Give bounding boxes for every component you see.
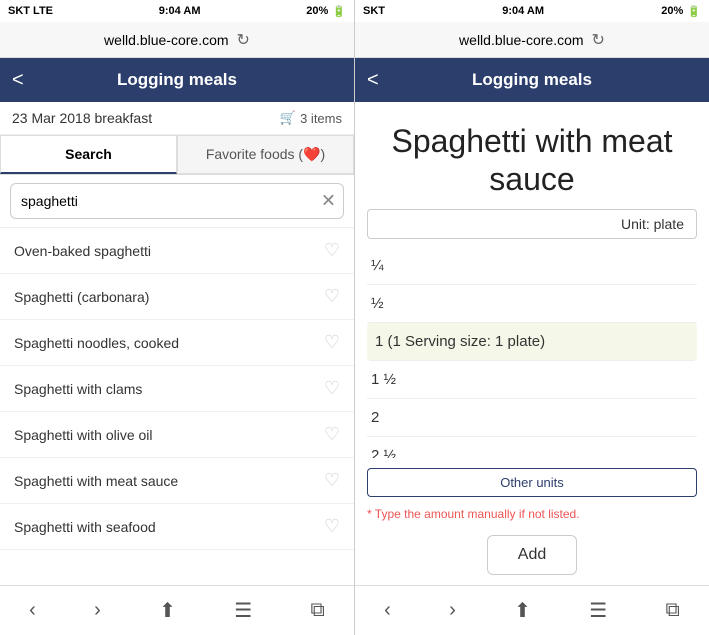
serving-item[interactable]: ½ <box>367 285 697 323</box>
favorite-icon[interactable]: ♡ <box>324 332 340 353</box>
type-note: * Type the amount manually if not listed… <box>355 503 709 525</box>
left-carrier: SKT LTE <box>8 5 53 17</box>
food-item-name: Spaghetti with olive oil <box>14 427 153 443</box>
serving-label: 2 <box>371 409 379 426</box>
food-item-name: Oven-baked spaghetti <box>14 243 151 259</box>
left-back-button[interactable]: < <box>12 69 24 92</box>
favorite-icon[interactable]: ♡ <box>324 286 340 307</box>
right-back-button[interactable]: < <box>367 69 379 92</box>
right-nav-title: Logging meals <box>472 70 592 90</box>
serving-item[interactable]: 2 <box>367 399 697 437</box>
left-reload-icon[interactable]: ↻ <box>237 30 250 50</box>
meal-date: 23 Mar 2018 breakfast <box>12 110 152 126</box>
right-bookmarks-button[interactable]: ☰ <box>589 598 607 623</box>
tab-favorite-foods[interactable]: Favorite foods (❤️) <box>177 135 354 174</box>
right-url-text: welld.blue-core.com <box>459 32 584 48</box>
list-item[interactable]: Spaghetti with olive oil ♡ <box>0 412 354 458</box>
right-reload-icon[interactable]: ↻ <box>592 30 605 50</box>
right-bottom-nav: ‹ › ⬆ ☰ ⧉ <box>355 585 709 635</box>
list-item[interactable]: Spaghetti with meat sauce ♡ <box>0 458 354 504</box>
food-item-name: Spaghetti with seafood <box>14 519 156 535</box>
search-container: ✕ <box>0 175 354 228</box>
favorite-icon[interactable]: ♡ <box>324 470 340 491</box>
back-nav-button[interactable]: ‹ <box>29 599 36 622</box>
cart-icon: 🛒 <box>280 110 296 126</box>
right-battery: 20% <box>661 5 683 17</box>
bookmarks-button[interactable]: ☰ <box>234 598 252 623</box>
right-back-nav-button[interactable]: ‹ <box>384 599 391 622</box>
left-bottom-nav: ‹ › ⬆ ☰ ⧉ <box>0 585 354 635</box>
right-battery-icon: 🔋 <box>687 5 701 18</box>
list-item[interactable]: Oven-baked spaghetti ♡ <box>0 228 354 274</box>
right-status-bar: SKT 9:04 AM 20% 🔋 <box>355 0 709 22</box>
food-item-name: Spaghetti with meat sauce <box>14 473 178 489</box>
food-list: Oven-baked spaghetti ♡ Spaghetti (carbon… <box>0 228 354 585</box>
food-item-name: Spaghetti with clams <box>14 381 142 397</box>
right-panel: SKT 9:04 AM 20% 🔋 welld.blue-core.com ↻ … <box>355 0 709 635</box>
tabs-container: Search Favorite foods (❤️) <box>0 135 354 175</box>
serving-list: ¼ ½ 1 (1 Serving size: 1 plate) 1 ½ 2 2 … <box>355 247 709 458</box>
forward-nav-button[interactable]: › <box>94 599 101 622</box>
favorite-icon[interactable]: ♡ <box>324 424 340 445</box>
list-item[interactable]: Spaghetti (carbonara) ♡ <box>0 274 354 320</box>
favorite-icon[interactable]: ♡ <box>324 516 340 537</box>
list-item[interactable]: Spaghetti noodles, cooked ♡ <box>0 320 354 366</box>
right-carrier: SKT <box>363 5 385 17</box>
serving-label: ¼ <box>371 257 384 274</box>
other-units-button[interactable]: Other units <box>367 468 697 497</box>
share-button[interactable]: ⬆ <box>159 598 176 623</box>
left-nav-bar: < Logging meals <box>0 58 354 102</box>
serving-item[interactable]: ¼ <box>367 247 697 285</box>
serving-item[interactable]: 2 ½ <box>367 437 697 458</box>
meal-items: 🛒 3 items <box>280 110 342 126</box>
serving-label: ½ <box>371 295 384 312</box>
favorite-icon[interactable]: ♡ <box>324 240 340 261</box>
serving-item[interactable]: 1 ½ <box>367 361 697 399</box>
add-button[interactable]: Add <box>487 535 577 575</box>
clear-search-button[interactable]: ✕ <box>321 191 336 212</box>
tab-search[interactable]: Search <box>0 135 177 174</box>
left-battery-area: 20% 🔋 <box>306 5 346 18</box>
serving-label: 1 (1 Serving size: 1 plate) <box>375 333 545 350</box>
left-panel: SKT LTE 9:04 AM 20% 🔋 welld.blue-core.co… <box>0 0 355 635</box>
left-battery: 20% <box>306 5 328 17</box>
meal-header: 23 Mar 2018 breakfast 🛒 3 items <box>0 102 354 135</box>
tabs-button[interactable]: ⧉ <box>311 599 325 622</box>
meal-items-count: 3 items <box>300 111 342 126</box>
right-tabs-button[interactable]: ⧉ <box>666 599 680 622</box>
right-time: 9:04 AM <box>502 5 544 17</box>
left-status-bar: SKT LTE 9:04 AM 20% 🔋 <box>0 0 354 22</box>
battery-icon: 🔋 <box>332 5 346 18</box>
right-share-button[interactable]: ⬆ <box>514 598 531 623</box>
serving-label: 2 ½ <box>371 447 396 458</box>
food-item-name: Spaghetti (carbonara) <box>14 289 149 305</box>
right-url-bar: welld.blue-core.com ↻ <box>355 22 709 58</box>
serving-item-selected[interactable]: 1 (1 Serving size: 1 plate) <box>367 323 697 361</box>
list-item[interactable]: Spaghetti with seafood ♡ <box>0 504 354 550</box>
favorite-icon[interactable]: ♡ <box>324 378 340 399</box>
left-url-text: welld.blue-core.com <box>104 32 229 48</box>
food-detail-title: Spaghetti with meat sauce <box>355 102 709 209</box>
food-item-name: Spaghetti noodles, cooked <box>14 335 179 351</box>
unit-header: Unit: plate <box>367 209 697 239</box>
right-battery-area: 20% 🔋 <box>661 5 701 18</box>
left-nav-title: Logging meals <box>117 70 237 90</box>
right-nav-bar: < Logging meals <box>355 58 709 102</box>
search-input[interactable] <box>10 183 344 219</box>
serving-label: 1 ½ <box>371 371 396 388</box>
list-item[interactable]: Spaghetti with clams ♡ <box>0 366 354 412</box>
left-time: 9:04 AM <box>159 5 201 17</box>
right-forward-nav-button[interactable]: › <box>449 599 456 622</box>
left-url-bar: welld.blue-core.com ↻ <box>0 22 354 58</box>
search-wrapper: ✕ <box>10 183 344 219</box>
